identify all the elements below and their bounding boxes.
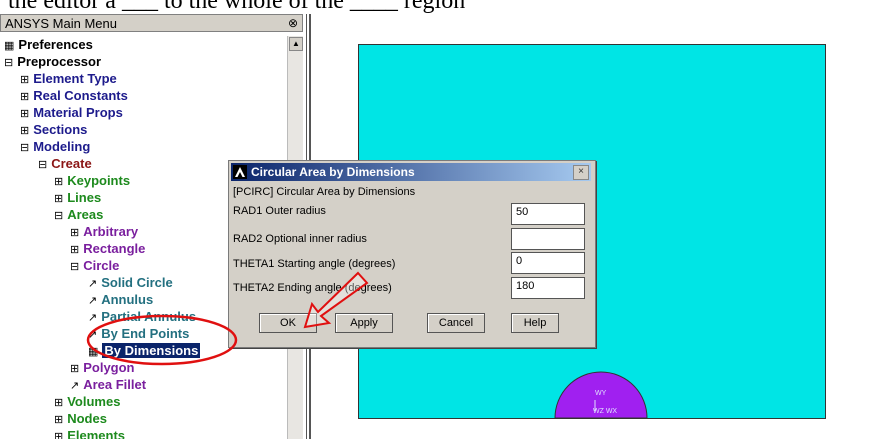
expand-icon: ⊞ [54, 176, 64, 188]
main-menu-title: ANSYS Main Menu [5, 16, 117, 31]
help-button[interactable]: Help [511, 313, 559, 333]
pick-arrow-icon: ↗ [88, 278, 98, 290]
ansys-logo-icon [233, 165, 247, 179]
triad-wy-label: WY [595, 390, 607, 397]
pick-arrow-icon: ↗ [88, 295, 98, 307]
expand-icon: ⊞ [70, 244, 80, 256]
theta2-field[interactable]: 180 [511, 277, 585, 299]
main-menu-titlebar: ANSYS Main Menu ⊗ [0, 14, 303, 32]
theta2-label: THETA2 Ending angle (degrees) [233, 282, 392, 294]
dialog-icon: ▦ [88, 346, 99, 358]
pick-arrow-icon: ↗ [88, 329, 98, 341]
rad1-field[interactable]: 50 [511, 203, 585, 225]
expand-icon: ⊞ [70, 227, 80, 239]
command-label: [PCIRC] Circular Area by Dimensions [233, 186, 416, 198]
scroll-up-icon[interactable]: ▲ [289, 37, 303, 51]
dialog-title: Circular Area by Dimensions [251, 165, 415, 179]
collapse-menu-icon[interactable]: ⊗ [288, 16, 298, 30]
theta1-field[interactable]: 0 [511, 252, 585, 274]
preferences-icon: ▦ [4, 40, 15, 52]
dialog-titlebar: Circular Area by Dimensions × [231, 163, 591, 181]
cancel-button[interactable]: Cancel [427, 313, 485, 333]
collapse-icon: ⊟ [70, 261, 80, 273]
expand-icon: ⊞ [20, 125, 30, 137]
expand-icon: ⊞ [54, 431, 64, 439]
collapse-icon: ⊟ [20, 142, 30, 154]
collapse-icon: ⊟ [54, 210, 64, 222]
expand-icon: ⊞ [70, 363, 80, 375]
menu-item-elements[interactable]: ⊞ Elements [54, 427, 125, 439]
rad2-field[interactable] [511, 228, 585, 250]
rad1-label: RAD1 Outer radius [233, 205, 326, 217]
collapse-icon: ⊟ [4, 57, 14, 69]
expand-icon: ⊞ [20, 108, 30, 120]
triad-wz-wx-label: WZ WX [593, 408, 617, 415]
expand-icon: ⊞ [54, 397, 64, 409]
expand-icon: ⊞ [54, 193, 64, 205]
pick-arrow-icon: ↗ [70, 380, 80, 392]
rad2-label: RAD2 Optional inner radius [233, 233, 367, 245]
expand-icon: ⊞ [54, 414, 64, 426]
page-caption: the editor a ___ to the whole of the ___… [8, 0, 466, 14]
expand-icon: ⊞ [20, 74, 30, 86]
collapse-icon: ⊟ [38, 159, 48, 171]
expand-icon: ⊞ [20, 91, 30, 103]
apply-button[interactable]: Apply [335, 313, 393, 333]
theta1-label: THETA1 Starting angle (degrees) [233, 258, 396, 270]
ok-button[interactable]: OK [259, 313, 317, 333]
close-icon[interactable]: × [573, 165, 589, 180]
circular-area-dialog: Circular Area by Dimensions × [PCIRC] Ci… [228, 160, 596, 348]
pick-arrow-icon: ↗ [88, 312, 98, 324]
